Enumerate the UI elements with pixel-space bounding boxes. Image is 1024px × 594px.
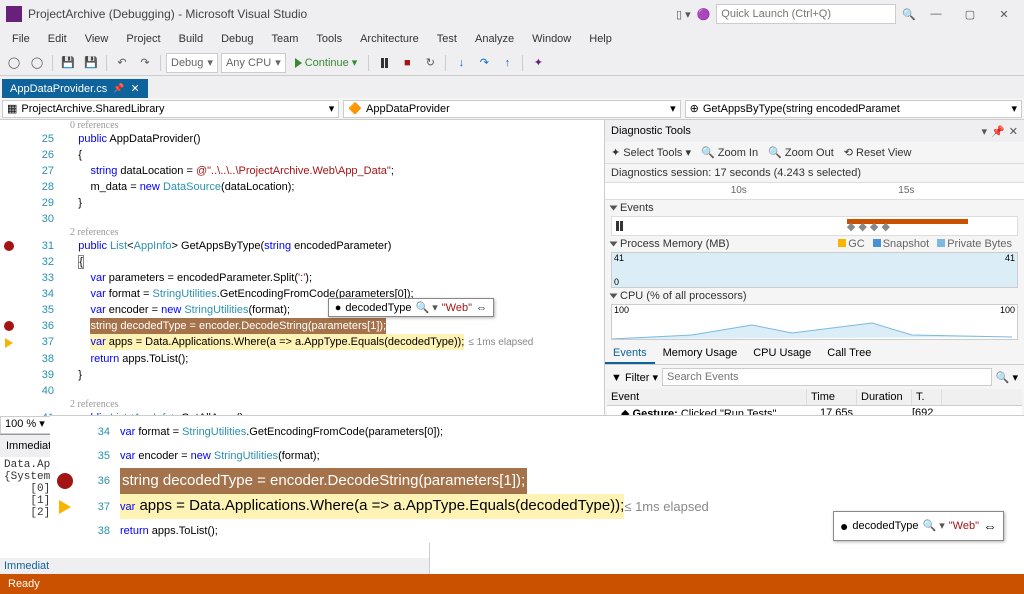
menu-help[interactable]: Help — [581, 31, 620, 47]
codelens[interactable]: 2 references — [0, 227, 604, 238]
project-selector[interactable]: ▦ ProjectArchive.SharedLibrary▾ — [2, 100, 339, 118]
restart-icon[interactable]: ↻ — [420, 53, 440, 73]
notification-icon[interactable]: ▯ ▾ — [676, 8, 691, 21]
file-tab[interactable]: AppDataProvider.cs 📌 ✕ — [2, 79, 148, 98]
filter-button[interactable]: ▼ Filter ▾ — [611, 371, 658, 384]
events-label[interactable]: Events — [620, 202, 654, 214]
tab-label: AppDataProvider.cs — [10, 83, 107, 95]
menu-test[interactable]: Test — [429, 31, 465, 47]
feedback-icon[interactable]: 🟣 — [697, 8, 711, 21]
current-line-icon — [59, 500, 71, 514]
step-over-icon[interactable]: ↷ — [474, 53, 494, 73]
datatip[interactable]: ● decodedType 🔍 ▾ "Web" ⇔ — [328, 298, 494, 317]
diag-title: Diagnostic Tools — [611, 125, 691, 137]
menu-view[interactable]: View — [77, 31, 117, 47]
session-info: Diagnostics session: 17 seconds (4.243 s… — [605, 164, 1024, 182]
breakpoint-icon[interactable] — [4, 241, 14, 251]
menu-architecture[interactable]: Architecture — [352, 31, 427, 47]
codelens[interactable]: 2 references — [0, 399, 604, 410]
tab-calltree[interactable]: Call Tree — [819, 344, 879, 364]
nav-back-icon[interactable]: ◯ — [4, 53, 24, 73]
tab-memory[interactable]: Memory Usage — [655, 344, 746, 364]
intellitrace-icon[interactable]: ✦ — [528, 53, 548, 73]
window-title: ProjectArchive (Debugging) - Microsoft V… — [28, 7, 307, 21]
menu-bar: File Edit View Project Build Debug Team … — [0, 28, 1024, 50]
step-out-icon[interactable]: ↑ — [497, 53, 517, 73]
nav-fwd-icon[interactable]: ◯ — [27, 53, 47, 73]
dropdown-icon[interactable]: ▾ — [982, 125, 988, 138]
status-bar: Ready — [0, 574, 1024, 594]
select-tools[interactable]: ✦ Select Tools ▾ — [611, 146, 691, 159]
breakpoint-icon[interactable] — [4, 321, 14, 331]
codelens[interactable]: 0 references — [0, 120, 604, 131]
save-all-icon[interactable]: 💾 — [81, 53, 101, 73]
search-icon[interactable]: 🔍 ▾ — [996, 371, 1018, 384]
vs-logo-icon — [6, 6, 22, 22]
cpu-label[interactable]: CPU (% of all processors) — [620, 290, 747, 302]
breakpoint-icon[interactable] — [57, 473, 73, 489]
zoomed-code: 34var format = StringUtilities.GetEncodi… — [50, 415, 1024, 543]
events-table[interactable]: EventTimeDurationT. ◆ Gesture: Clicked "… — [607, 389, 1022, 416]
step-into-icon[interactable]: ↓ — [451, 53, 471, 73]
continue-button[interactable]: Continue ▾ — [289, 56, 364, 69]
current-line-icon — [5, 338, 13, 348]
tab-close-icon[interactable]: ✕ — [130, 82, 139, 95]
zoom-out-button[interactable]: 🔍 Zoom Out — [768, 146, 834, 159]
menu-team[interactable]: Team — [264, 31, 307, 47]
code-editor[interactable]: 0 references 25 public AppDataProvider()… — [0, 120, 604, 434]
config-select[interactable]: Debug ▾ — [166, 53, 218, 73]
method-selector[interactable]: ⊕ GetAppsByType(string encodedParamet▾ — [685, 100, 1022, 118]
close-button[interactable]: ✕ — [990, 4, 1018, 24]
class-selector[interactable]: 🔶 AppDataProvider▾ — [343, 100, 680, 118]
pause-icon[interactable] — [374, 53, 394, 73]
perf-tip[interactable]: ≤ 1ms elapsed — [468, 337, 533, 348]
datatip-big[interactable]: ● decodedType 🔍 ▾ "Web" ⇔ — [833, 511, 1004, 541]
events-track[interactable]: ◆ ◆ ◆ ◆ — [611, 216, 1018, 236]
menu-edit[interactable]: Edit — [40, 31, 75, 47]
pin-icon[interactable]: 📌 — [991, 125, 1005, 138]
tab-events[interactable]: Events — [605, 344, 655, 364]
quick-launch-input[interactable] — [716, 4, 896, 24]
cpu-chart[interactable]: 100100 — [611, 304, 1018, 340]
platform-select[interactable]: Any CPU ▾ — [221, 53, 286, 73]
menu-window[interactable]: Window — [524, 31, 579, 47]
menu-file[interactable]: File — [4, 31, 38, 47]
zoom-in-button[interactable]: 🔍 Zoom In — [701, 146, 758, 159]
reset-view-button[interactable]: ⟲ Reset View — [844, 146, 912, 159]
menu-debug[interactable]: Debug — [213, 31, 261, 47]
minimize-button[interactable]: — — [922, 4, 950, 24]
search-events-input[interactable] — [662, 368, 992, 386]
undo-icon[interactable]: ↶ — [112, 53, 132, 73]
menu-project[interactable]: Project — [118, 31, 168, 47]
menu-analyze[interactable]: Analyze — [467, 31, 522, 47]
stop-icon[interactable]: ■ — [397, 53, 417, 73]
search-icon[interactable]: 🔍 — [902, 8, 916, 21]
pin-icon[interactable]: 📌 — [113, 83, 124, 94]
menu-tools[interactable]: Tools — [308, 31, 350, 47]
tab-cpu[interactable]: CPU Usage — [745, 344, 819, 364]
save-icon[interactable]: 💾 — [58, 53, 78, 73]
close-icon[interactable]: ✕ — [1009, 125, 1018, 138]
menu-build[interactable]: Build — [171, 31, 211, 47]
maximize-button[interactable]: ▢ — [956, 4, 984, 24]
memory-label[interactable]: Process Memory (MB) — [620, 238, 729, 250]
immediate-tab[interactable]: Immediat — [0, 558, 429, 574]
memory-chart[interactable]: 41410 — [611, 252, 1018, 288]
redo-icon[interactable]: ↷ — [135, 53, 155, 73]
timeline-ruler[interactable]: 10s 15s — [605, 182, 1024, 200]
